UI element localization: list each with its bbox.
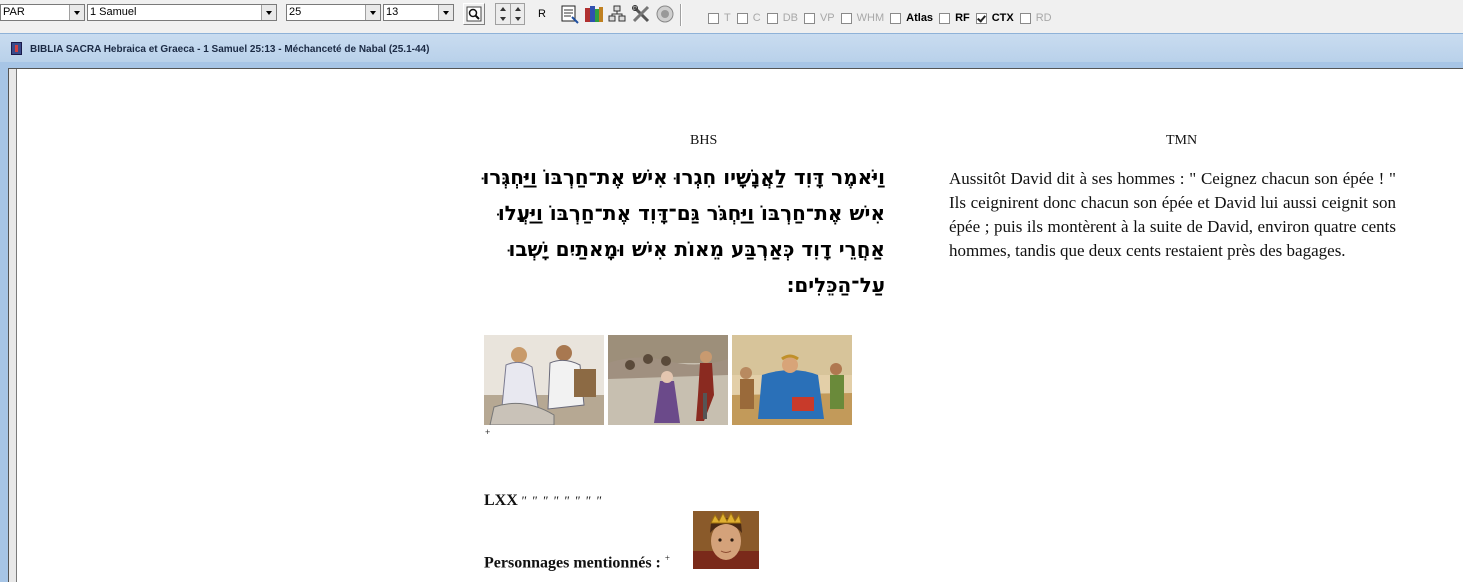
checkbox-c-label: C xyxy=(752,12,761,24)
lxx-label: LXX xyxy=(484,492,518,509)
french-verse-text: Aussitôt David dit à ses hommes : " Ceig… xyxy=(949,169,1396,260)
checkbox-rf-box[interactable] xyxy=(939,12,951,24)
checkbox-rf[interactable]: RF xyxy=(939,12,970,24)
persons-label: Personnages mentionnés : xyxy=(484,554,661,572)
option-checkboxes: T C DB VP WHM Atlas RF CTX RD xyxy=(708,11,1058,25)
persons-line: Personnages mentionnés : + xyxy=(484,553,670,572)
magnifier-icon xyxy=(466,6,482,22)
checkbox-rf-label: RF xyxy=(955,12,970,24)
checkbox-t-box[interactable] xyxy=(708,12,719,24)
checkbox-db[interactable]: DB xyxy=(766,12,798,24)
book-select-value: 1 Samuel xyxy=(90,6,137,18)
checkbox-whm-label: WHM xyxy=(856,12,885,24)
illustrations-plus-marker[interactable]: + xyxy=(485,427,490,437)
checkbox-atlas[interactable]: Atlas xyxy=(890,12,933,24)
verse-select-value: 13 xyxy=(386,6,399,18)
checkbox-whm-box[interactable] xyxy=(840,12,852,24)
up-arrow-icon[interactable] xyxy=(511,4,525,14)
r-button[interactable]: R xyxy=(531,3,553,25)
tools-icon xyxy=(632,5,650,23)
david-portrait-image[interactable] xyxy=(693,511,759,569)
r-button-label: R xyxy=(538,8,546,20)
verse-view: BHS TMN וַיֹּאמֶר דָּוִד לַאֲנָשָׁיו חִג… xyxy=(8,68,1463,582)
chapter-select-value: 25 xyxy=(289,6,302,18)
books-icon xyxy=(585,6,603,22)
lxx-line: LXX " " " " " " " " xyxy=(484,492,602,510)
left-border xyxy=(9,69,17,582)
illustration-image-3[interactable] xyxy=(732,335,852,425)
document-tool-button[interactable] xyxy=(559,3,581,25)
hebrew-verse-text: וַיֹּאמֶר דָּוִד לַאֲנָשָׁיו חִגְרוּ אִי… xyxy=(482,165,885,297)
library-button[interactable] xyxy=(583,3,605,25)
document-icon xyxy=(561,5,579,24)
verse-spin-control[interactable] xyxy=(495,3,525,25)
checkbox-ctx[interactable]: CTX xyxy=(975,12,1014,24)
audio-button[interactable] xyxy=(654,3,676,25)
tools-button[interactable] xyxy=(630,3,652,25)
illustration-image-2[interactable] xyxy=(608,335,728,425)
main-toolbar: PAR 1 Samuel 25 13 R T C DB VP WHM Atlas… xyxy=(0,0,1463,30)
lxx-text: " " " " " " " " xyxy=(520,493,603,508)
verse-select[interactable]: 13 xyxy=(383,4,454,21)
chevron-down-icon[interactable] xyxy=(261,5,276,20)
checkbox-ctx-box[interactable] xyxy=(975,12,987,24)
chapter-select[interactable]: 25 xyxy=(286,4,381,21)
network-icon xyxy=(608,5,626,22)
checkbox-db-box[interactable] xyxy=(766,12,778,24)
persons-plus-marker[interactable]: + xyxy=(665,553,670,563)
checkbox-c-box[interactable] xyxy=(736,12,748,24)
checkbox-rd-label: RD xyxy=(1035,12,1052,24)
down-arrow-icon[interactable] xyxy=(511,14,525,24)
chevron-down-icon[interactable] xyxy=(365,5,380,20)
book-select[interactable]: 1 Samuel xyxy=(87,4,277,21)
checkbox-atlas-box[interactable] xyxy=(890,12,902,24)
checkbox-vp-box[interactable] xyxy=(803,12,815,24)
checkbox-vp[interactable]: VP xyxy=(803,12,835,24)
window-title: BIBLIA SACRA Hebraica et Graeca - 1 Samu… xyxy=(30,44,430,55)
window-titlebar[interactable]: BIBLIA SACRA Hebraica et Graeca - 1 Samu… xyxy=(0,33,1463,62)
checkbox-db-label: DB xyxy=(782,12,798,24)
tree-button[interactable] xyxy=(606,3,628,25)
down-arrow-icon[interactable] xyxy=(496,14,510,24)
tmn-heading: TMN xyxy=(1166,133,1198,148)
mode-select-value: PAR xyxy=(3,6,25,18)
checkbox-rd-box[interactable] xyxy=(1019,12,1031,24)
illustration-image-1[interactable] xyxy=(484,335,604,425)
checkbox-rd[interactable]: RD xyxy=(1019,12,1052,24)
mode-select[interactable]: PAR xyxy=(0,4,85,21)
checkbox-c[interactable]: C xyxy=(736,12,761,24)
chevron-down-icon[interactable] xyxy=(69,5,84,20)
checkbox-atlas-label: Atlas xyxy=(906,12,934,24)
bhs-heading: BHS xyxy=(690,133,718,148)
up-arrow-icon[interactable] xyxy=(496,4,510,14)
checkbox-ctx-label: CTX xyxy=(991,12,1014,24)
search-button[interactable] xyxy=(463,3,485,25)
chevron-down-icon[interactable] xyxy=(438,5,453,20)
speaker-icon xyxy=(656,5,674,23)
checkbox-t-label: T xyxy=(724,12,731,24)
checkbox-t[interactable]: T xyxy=(708,12,731,24)
illustrations xyxy=(484,335,856,425)
bible-app-icon[interactable] xyxy=(11,42,22,55)
checkbox-vp-label: VP xyxy=(819,12,835,24)
document-window: BIBLIA SACRA Hebraica et Graeca - 1 Samu… xyxy=(0,33,1463,582)
checkbox-whm[interactable]: WHM xyxy=(840,12,885,24)
